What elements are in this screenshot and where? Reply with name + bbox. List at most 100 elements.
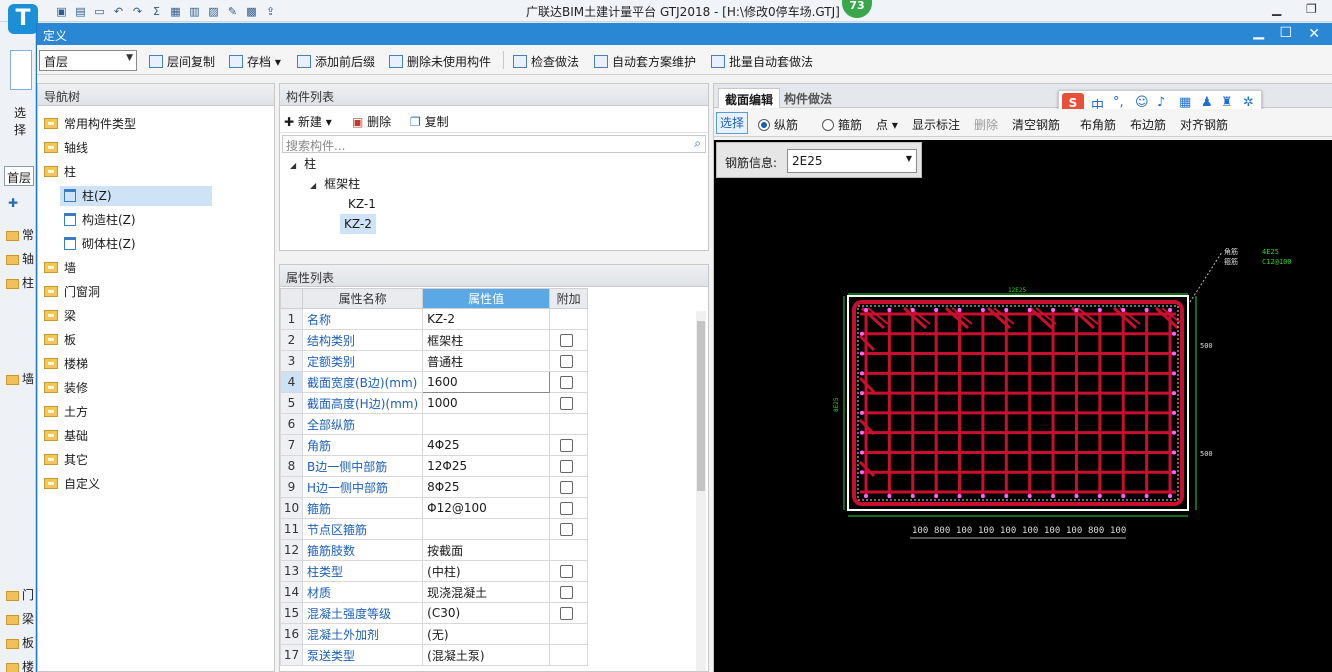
component-search-input[interactable]: 搜索构件... ⌕	[282, 135, 706, 153]
property-value[interactable]: KZ-2	[422, 308, 551, 330]
property-value[interactable]: (C30)	[422, 602, 551, 624]
property-extra[interactable]	[549, 602, 589, 624]
property-value[interactable]: 8Φ25	[422, 476, 551, 498]
copy-component-button[interactable]: ❐ 复制	[410, 113, 449, 130]
property-row[interactable]: 11 节点区箍筋	[280, 518, 589, 540]
background-tree-item[interactable]: 柱	[6, 274, 36, 290]
save-icon[interactable]: ▣	[54, 4, 69, 19]
add-prefix-suffix-button[interactable]: 添加前后缀	[297, 53, 375, 70]
skin-icon[interactable]: ♜	[1221, 95, 1233, 110]
nav-item[interactable]: 楼梯	[44, 354, 88, 374]
property-value[interactable]: (无)	[422, 623, 551, 645]
property-extra[interactable]	[549, 560, 589, 582]
property-extra[interactable]	[549, 476, 589, 498]
property-value[interactable]: Φ12@100	[422, 497, 551, 519]
background-floor-select[interactable]: 首层	[4, 166, 34, 186]
background-tree-item[interactable]: 墙	[6, 370, 36, 386]
property-row[interactable]: 17 泵送类型 (混凝土泵)	[280, 644, 589, 666]
property-extra[interactable]	[549, 329, 589, 351]
delete-button[interactable]: 删除	[974, 116, 998, 133]
emoji-icon[interactable]: ☺	[1135, 95, 1149, 110]
select-button[interactable]: 选择	[716, 112, 748, 134]
property-row[interactable]: 7 角筋 4Φ25	[280, 434, 589, 456]
property-row[interactable]: 14 材质 现浇混凝土	[280, 581, 589, 603]
checkbox[interactable]	[560, 460, 574, 473]
tab-component-method[interactable]: 构件做法	[778, 88, 838, 108]
property-value[interactable]: 12Φ25	[422, 455, 551, 477]
new-file-icon[interactable]: ▤	[73, 4, 88, 19]
nav-item[interactable]: 土方	[44, 402, 88, 422]
checkbox[interactable]	[560, 439, 574, 452]
nav-item[interactable]: 其它	[44, 450, 88, 470]
background-tree-item[interactable]: 轴	[6, 250, 36, 266]
property-value[interactable]: (中柱)	[422, 560, 551, 582]
report-icon[interactable]: ▥	[187, 4, 202, 19]
rebar-info-select[interactable]: 2E25 ▼	[787, 149, 917, 173]
section-canvas[interactable]: 100 800 100 100 100 100 100 100 800 100 角筋 4E25 箍…	[714, 140, 1332, 672]
user-icon[interactable]: ♟	[1201, 95, 1213, 110]
property-extra[interactable]	[549, 350, 589, 372]
notification-badge[interactable]: 73	[842, 0, 872, 18]
checkbox[interactable]	[560, 565, 574, 578]
archive-button[interactable]: 存档 ▾	[229, 53, 281, 70]
stirrup-radio[interactable]: 箍筋	[822, 116, 862, 133]
tab-section-edit[interactable]: 截面编辑	[718, 88, 781, 108]
property-value[interactable]: 框架柱	[422, 329, 551, 351]
background-tree-item[interactable]: 常	[6, 226, 36, 242]
show-dimension-button[interactable]: 显示标注	[912, 116, 960, 133]
dialog-minimize-icon[interactable]: ▁	[1253, 24, 1264, 40]
property-extra[interactable]	[549, 371, 589, 393]
dialog-maximize-icon[interactable]: ☐	[1279, 25, 1292, 41]
sum-icon[interactable]: Σ	[149, 4, 164, 19]
checkbox[interactable]	[560, 481, 574, 494]
property-value[interactable]: 普通柱	[422, 350, 551, 372]
delete-unused-button[interactable]: 删除未使用构件	[389, 53, 491, 70]
nav-item[interactable]: 构造柱(Z)	[60, 210, 212, 230]
minimize-icon[interactable]: ▁	[1272, 2, 1281, 16]
checkbox[interactable]	[560, 355, 574, 368]
property-row[interactable]: 8 B边一侧中部筋 12Φ25	[280, 455, 589, 477]
nav-item[interactable]: 柱	[44, 162, 76, 182]
voice-icon[interactable]: ♪	[1157, 95, 1165, 110]
property-row[interactable]: 5 截面高度(H边)(mm) 1000	[280, 392, 589, 414]
grid-icon[interactable]: ▦	[168, 4, 183, 19]
tree-node-kz1[interactable]: KZ-1	[344, 194, 380, 214]
checkbox[interactable]	[560, 376, 574, 389]
point-dropdown[interactable]: 点 ▾	[876, 116, 898, 133]
property-extra[interactable]	[549, 539, 589, 561]
nav-item[interactable]: 常用构件类型	[44, 114, 136, 134]
punctuation-icon[interactable]: °,	[1113, 95, 1124, 110]
nav-item[interactable]: 自定义	[44, 474, 100, 494]
property-row[interactable]: 13 柱类型 (中柱)	[280, 560, 589, 582]
expand-icon[interactable]: ◢	[290, 156, 296, 176]
pen-icon[interactable]: ✎	[225, 4, 240, 19]
open-folder-icon[interactable]: ▭	[92, 4, 107, 19]
align-rebar-button[interactable]: 对齐钢筋	[1180, 116, 1228, 133]
checkbox[interactable]	[560, 334, 574, 347]
checkbox[interactable]	[560, 523, 574, 536]
property-extra[interactable]	[549, 644, 589, 666]
nav-item[interactable]: 砌体柱(Z)	[60, 234, 212, 254]
property-value[interactable]: 按截面	[422, 539, 551, 561]
expand-icon[interactable]: ◢	[310, 176, 316, 196]
property-extra[interactable]	[549, 413, 589, 435]
place-side-rebar-button[interactable]: 布边筋	[1130, 116, 1166, 133]
redo-icon[interactable]: ↷	[130, 4, 145, 19]
background-tree-item[interactable]: 板	[6, 634, 36, 650]
longitudinal-rebar-radio[interactable]: 纵筋	[758, 116, 798, 133]
auto-scheme-button[interactable]: 自动套方案维护	[594, 53, 696, 70]
property-extra[interactable]	[549, 518, 589, 540]
nav-item[interactable]: 柱(Z)	[60, 186, 212, 206]
property-row[interactable]: 6 全部纵筋	[280, 413, 589, 435]
property-value[interactable]: (混凝土泵)	[422, 644, 551, 666]
property-value[interactable]	[422, 518, 551, 540]
search-icon[interactable]: ⌕	[694, 136, 701, 151]
restore-icon[interactable]: ❐	[1306, 2, 1317, 16]
property-row[interactable]: 2 结构类别 框架柱	[280, 329, 589, 351]
nav-item[interactable]: 梁	[44, 306, 76, 326]
background-tree-item[interactable]: 门	[6, 586, 36, 602]
property-extra[interactable]	[549, 497, 589, 519]
keyboard-icon[interactable]: ▦	[1179, 95, 1191, 110]
tree-node-frame-column[interactable]: ◢ 框架柱	[310, 174, 360, 194]
property-extra[interactable]	[549, 308, 589, 330]
